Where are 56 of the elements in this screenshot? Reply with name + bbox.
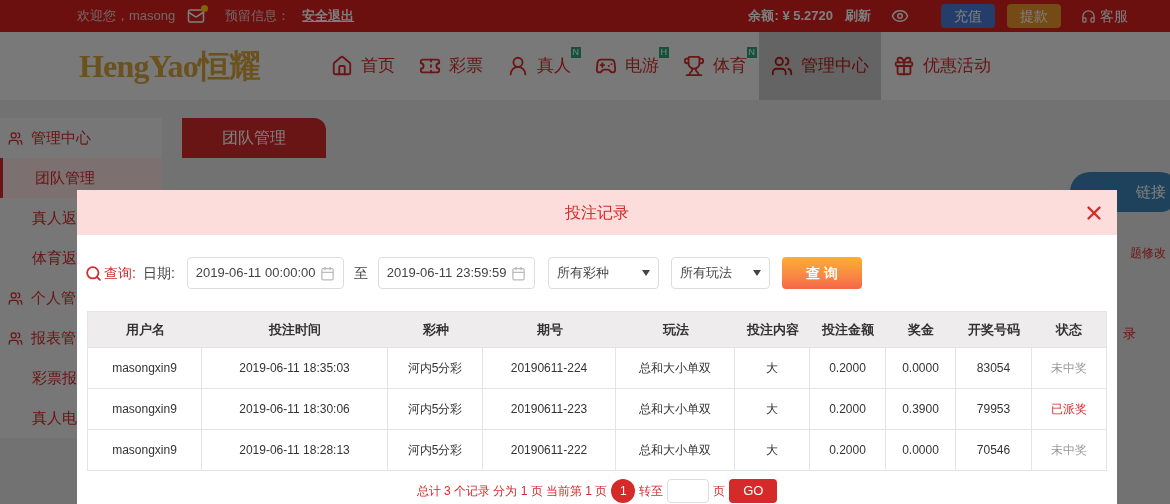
table-cell: 河内5分彩 [388,348,483,388]
balance-text: 余额: ¥ 5.2720 [748,7,833,26]
dialog-title: 投注记录 [565,202,629,223]
table-cell: 大 [735,389,810,429]
column-header: 用户名 [124,320,166,339]
nav-badge: N [746,47,757,58]
table-cell: 大 [735,348,810,388]
reserved-info-label: 预留信息： [225,7,291,26]
nav-badge: N [570,47,581,58]
welcome-text: 欢迎您，masong [77,7,176,26]
pagination-summary: 总计 3 个记录 分为 1 页 当前第 1 页 [416,483,608,500]
table-cell: 总和大小单双 [616,389,735,429]
table-cell: 总和大小单双 [616,430,735,470]
table-cell: 0.2000 [810,348,886,388]
query-label: 查询: [104,263,136,283]
column-header: 投注金额 [820,320,875,339]
status-cell-text: 未中奖 [1050,442,1088,459]
nav-badge: H [658,47,669,58]
note-text: 题修改 [1130,245,1166,262]
table-cell: 0.0000 [886,348,956,388]
table-cell: 2019-06-11 18:30:06 [202,389,388,429]
table-cell: 0.2000 [810,389,886,429]
column-fragment: 录 [1123,325,1136,343]
table-cell: 总和大小单双 [616,348,735,388]
status-cell-text: 未中奖 [1050,360,1088,377]
date-label: 日期: [142,263,175,283]
column-header: 奖金 [907,320,935,339]
table-cell: masongxin9 [88,430,202,470]
table-cell: 20190611-223 [483,389,616,429]
table-cell: 70546 [956,430,1032,470]
table-cell: 20190611-224 [483,348,616,388]
table-cell: 0.2000 [810,430,886,470]
column-header: 期号 [535,320,564,339]
status-cell-text: 已派奖 [1050,401,1088,418]
column-header: 彩种 [421,320,450,339]
table-cell: masongxin9 [88,389,202,429]
column-header: 玩法 [661,320,690,339]
goto-label: 转至 [639,483,664,500]
range-separator: 至 [353,263,368,283]
table-cell: 大 [735,430,810,470]
column-header: 开奖号码 [967,320,1021,339]
logo: HengYao恒耀 [79,47,262,86]
table-cell: 79953 [956,389,1032,429]
column-header: 投注内容 [745,320,800,339]
table-cell: masongxin9 [88,348,202,388]
table-cell: 河内5分彩 [388,430,483,470]
column-header: 状态 [1054,320,1083,339]
page-unit: 页 [713,483,726,500]
table-cell: 0.3900 [886,389,956,429]
table-cell: 河内5分彩 [388,389,483,429]
table-cell: 83054 [956,348,1032,388]
table-cell: 2019-06-11 18:35:03 [202,348,388,388]
table-cell: 2019-06-11 18:28:13 [202,430,388,470]
table-cell: 0.0000 [886,430,956,470]
table-cell: 20190611-222 [483,430,616,470]
column-header: 投注时间 [267,320,322,339]
